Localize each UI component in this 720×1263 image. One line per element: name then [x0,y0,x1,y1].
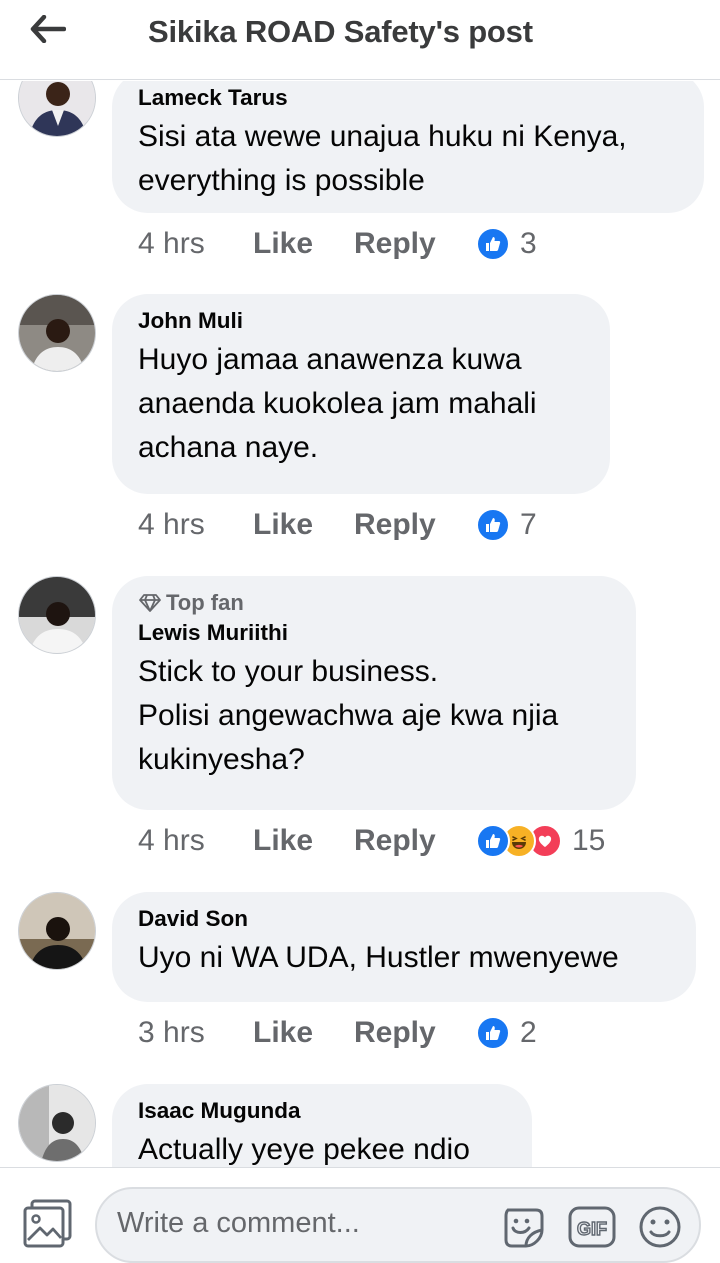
comment-bubble[interactable]: Isaac Mugunda Actually yeye pekee ndio [112,1084,532,1167]
top-fan-badge[interactable]: Top fan [138,590,610,616]
sticker-icon [504,1208,544,1248]
emoji-button[interactable] [633,1201,687,1253]
reaction-summary[interactable]: 3 [476,227,537,261]
gif-button[interactable]: GIF [565,1201,619,1253]
avatar[interactable] [18,1084,96,1162]
thumbs-up-icon [476,824,510,858]
comment-time[interactable]: 3 hrs [138,1016,253,1050]
comment-actions: 4 hrs Like Reply 3 [138,227,537,261]
photo-icon [23,1199,72,1248]
reaction-summary[interactable]: 2 [476,1016,537,1050]
reply-button[interactable]: Reply [354,824,462,858]
badge-label: Top fan [166,590,244,615]
diamond-icon [139,594,161,612]
back-button[interactable] [26,12,70,46]
like-button[interactable]: Like [253,824,354,858]
comment-author[interactable]: John Muli [138,308,584,334]
comment-actions: 4 hrs Like Reply 15 [138,824,605,858]
comment-author[interactable]: David Son [138,906,670,932]
comment-list[interactable]: Lameck Tarus Sisi ata wewe unajua huku n… [0,81,720,1167]
page-title: Sikika ROAD Safety's post [148,14,533,49]
thumbs-up-icon [476,1016,510,1050]
reaction-count: 7 [520,508,537,541]
comment-bubble[interactable]: Top fan Lewis Muriithi Stick to your bus… [112,576,636,810]
like-button[interactable]: Like [253,227,354,261]
comment-time[interactable]: 4 hrs [138,508,253,542]
emoji-icon [639,1206,681,1248]
reaction-count: 3 [520,227,537,260]
avatar[interactable] [18,576,96,654]
comment-text: Actually yeye pekee ndio [138,1133,470,1166]
reaction-summary[interactable]: 7 [476,508,537,542]
avatar[interactable] [18,892,96,970]
comment-text: Uyo ni WA UDA, Hustler mwenyewe [138,941,619,974]
comment-time[interactable]: 4 hrs [138,227,253,261]
avatar[interactable] [18,294,96,372]
comment-author[interactable]: Lewis Muriithi [138,620,610,646]
like-button[interactable]: Like [253,1016,354,1050]
comment-actions: 3 hrs Like Reply 2 [138,1016,537,1050]
reply-button[interactable]: Reply [354,227,462,261]
comment-input-pill[interactable]: GIF [95,1187,701,1263]
thumbs-up-icon [476,508,510,542]
comment-bubble[interactable]: Lameck Tarus Sisi ata wewe unajua huku n… [112,81,704,213]
comment-text: Sisi ata wewe unajua huku ni Kenya, ever… [138,120,627,197]
like-button[interactable]: Like [253,508,354,542]
comment-input[interactable] [117,1207,497,1240]
reply-button[interactable]: Reply [354,1016,462,1050]
comment-bubble[interactable]: John Muli Huyo jamaa anawenza kuwa anaen… [112,294,610,494]
comment-author[interactable]: Lameck Tarus [138,85,678,111]
avatar[interactable] [18,81,96,137]
comment-actions: 4 hrs Like Reply 7 [138,508,537,542]
reaction-count: 2 [520,1016,537,1049]
sticker-button[interactable] [497,1201,551,1253]
comment-author[interactable]: Isaac Mugunda [138,1098,506,1124]
comment-composer: GIF [0,1167,720,1263]
gif-icon: GIF [568,1206,616,1248]
post-header: Sikika ROAD Safety's post [0,0,720,80]
add-photo-button[interactable] [22,1198,74,1248]
svg-text:GIF: GIF [577,1219,607,1239]
comment-time[interactable]: 4 hrs [138,824,253,858]
comment-text: Huyo jamaa anawenza kuwa anaenda kuokole… [138,343,537,464]
reaction-count: 15 [572,824,606,857]
thumbs-up-icon [476,227,510,261]
reaction-summary[interactable]: 15 [476,824,605,858]
comment-text: Stick to your business. Polisi angewachw… [138,655,559,776]
comment-bubble[interactable]: David Son Uyo ni WA UDA, Hustler mwenyew… [112,892,696,1002]
arrow-left-icon [30,15,66,43]
reply-button[interactable]: Reply [354,508,462,542]
